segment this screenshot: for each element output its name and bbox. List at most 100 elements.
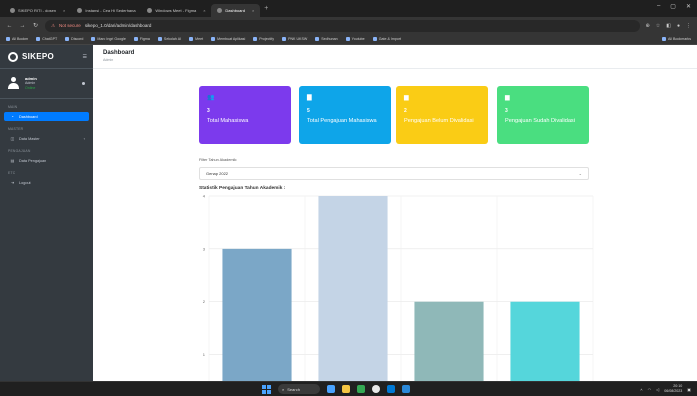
user-menu-icon[interactable] bbox=[82, 82, 85, 85]
star-icon[interactable]: ☆ bbox=[656, 23, 660, 29]
bookmark[interactable]: Membuat Aplikasi bbox=[211, 37, 245, 41]
app-icon[interactable] bbox=[402, 385, 410, 393]
url-input[interactable]: ⚠ Not secure sikepo_1.0/dari/admin/dashb… bbox=[45, 19, 640, 32]
chart-bar[interactable] bbox=[414, 301, 484, 381]
bookmark-icon bbox=[133, 37, 138, 41]
chevron-left-icon: ‹ bbox=[83, 136, 85, 141]
bookmark-icon bbox=[189, 37, 194, 41]
bookmark[interactable]: PNK UKSW bbox=[282, 37, 307, 41]
bookmark-icon bbox=[6, 37, 10, 41]
bookmark[interactable]: Sedhunan bbox=[315, 37, 338, 41]
bookmark[interactable]: Marc Ingri Google bbox=[91, 37, 126, 41]
bookmark[interactable]: Sekolah AI bbox=[157, 37, 181, 41]
chart-bar[interactable] bbox=[222, 248, 292, 381]
app-icon[interactable] bbox=[372, 385, 380, 393]
chart-title: Statistik Pengajuan Tahun Akademik : bbox=[199, 186, 286, 191]
brand[interactable]: SIKEPO ☰ bbox=[0, 45, 93, 69]
bookmark[interactable]: Gate & Import bbox=[372, 37, 401, 41]
minimize-icon[interactable]: – bbox=[657, 3, 660, 10]
bookmark-icon bbox=[36, 37, 41, 41]
not-secure-icon: ⚠ bbox=[51, 22, 56, 28]
bookmark-icon bbox=[211, 37, 216, 41]
browser-tab-active[interactable]: Dashboard × bbox=[211, 3, 261, 17]
file-icon: ▤ bbox=[10, 158, 15, 163]
browser-tab[interactable]: Windows Meet - Figma × bbox=[141, 4, 211, 17]
chart-bar[interactable] bbox=[318, 196, 388, 381]
nav-header: PENGAJUAN bbox=[8, 149, 31, 153]
stat-card-sudah-divalidasi: ▆ 3 Pengajuan Sudah Divalidasi bbox=[497, 86, 589, 144]
bookmark[interactable]: Discord bbox=[65, 37, 83, 41]
maximize-icon[interactable]: ▢ bbox=[670, 3, 676, 10]
clock[interactable]: 20:10 06/08/2023 bbox=[664, 384, 682, 394]
profile-icon[interactable]: ● bbox=[677, 23, 680, 29]
users-icon: 👥 bbox=[207, 95, 215, 101]
sidebar-item-data-pengajuan[interactable]: ▤ Data Pengajuan bbox=[4, 156, 89, 165]
y-tick-label: 2 bbox=[203, 299, 206, 304]
filter-label: Filter Tahun Akademik: bbox=[199, 158, 238, 162]
reload-icon[interactable]: ↻ bbox=[32, 22, 39, 29]
close-window-icon[interactable]: ✕ bbox=[686, 3, 691, 10]
close-icon[interactable]: × bbox=[252, 8, 254, 13]
sidebar-item-logout[interactable]: ⇥ Logout bbox=[4, 178, 89, 187]
vscode-icon[interactable] bbox=[387, 385, 395, 393]
close-icon[interactable]: × bbox=[203, 8, 205, 13]
bookmark-icon bbox=[372, 37, 377, 41]
logout-icon: ⇥ bbox=[10, 180, 15, 185]
bookmark[interactable]: ChatGPT bbox=[36, 37, 57, 41]
forward-icon[interactable]: → bbox=[19, 23, 26, 29]
bookmark-icon bbox=[157, 37, 162, 41]
avatar bbox=[8, 77, 19, 90]
back-icon[interactable]: ← bbox=[6, 23, 13, 29]
favicon-icon bbox=[217, 7, 223, 13]
bookmarks-bar: All Bookm ChatGPT Discord Marc Ingri Goo… bbox=[0, 34, 697, 45]
speedometer-icon: ◔ bbox=[11, 114, 14, 119]
taskbar: ⌕ Search ˄ ◠ ◁ 20:10 06/08/2023 ▣ bbox=[0, 381, 697, 396]
folder-icon bbox=[662, 37, 667, 41]
volume-icon[interactable]: ◁ bbox=[656, 387, 659, 392]
chart-bar[interactable] bbox=[510, 301, 580, 381]
browser-tab[interactable]: Instansi - Cea Hi Sederhana× bbox=[71, 4, 141, 17]
favicon-icon bbox=[147, 7, 153, 13]
bar-chart: 1 2 3 4 bbox=[203, 194, 594, 381]
browser-tab-bar: SIKEPO RITI - dosen × Instansi - Cea Hi S… bbox=[0, 0, 697, 17]
stat-card-pengajuan: ▇ 5 Total Pengajuan Mahasiswa bbox=[299, 86, 391, 144]
chrome-icon[interactable] bbox=[357, 385, 365, 393]
bookmark[interactable]: Figma bbox=[133, 37, 150, 41]
check-icon: ▆ bbox=[505, 95, 510, 101]
all-bookmarks[interactable]: All Bookmarks bbox=[662, 37, 691, 41]
sidebar-item-data-master[interactable]: ◫ Data Master ‹ bbox=[4, 134, 89, 143]
chevron-down-icon: ⌄ bbox=[578, 171, 582, 176]
task-view-icon[interactable] bbox=[327, 385, 335, 393]
logo-icon bbox=[8, 51, 18, 62]
stat-card-mahasiswa: 👥 3 Total Mahasiswa bbox=[199, 86, 291, 144]
notification-icon[interactable]: ▣ bbox=[687, 387, 691, 392]
wifi-icon[interactable]: ◠ bbox=[648, 387, 652, 392]
clipboard-icon: ▆ bbox=[404, 95, 409, 101]
tray-chevron-icon[interactable]: ˄ bbox=[640, 387, 642, 392]
close-icon[interactable]: × bbox=[63, 8, 65, 13]
bookmark[interactable]: Meet bbox=[189, 37, 203, 41]
sidebar-item-dashboard[interactable]: ◔ Dashboard bbox=[4, 112, 89, 121]
file-explorer-icon[interactable] bbox=[342, 385, 350, 393]
menu-icon[interactable]: ⋮ bbox=[686, 23, 691, 29]
address-bar: ← → ↻ ⚠ Not secure sikepo_1.0/dari/admin… bbox=[0, 17, 697, 34]
academic-year-select[interactable]: Genap 2022 ⌄ bbox=[199, 167, 589, 180]
bookmark[interactable]: All Bookm bbox=[6, 37, 28, 41]
browser-tab[interactable]: SIKEPO RITI - dosen × bbox=[4, 4, 71, 17]
taskbar-search[interactable]: ⌕ Search bbox=[278, 384, 320, 394]
new-tab-icon[interactable]: + bbox=[264, 5, 268, 12]
bookmark[interactable]: Projectify bbox=[253, 37, 274, 41]
windows-start-icon[interactable] bbox=[262, 384, 271, 394]
nav-header: ETC bbox=[8, 171, 16, 175]
bookmark-icon bbox=[282, 37, 287, 41]
extensions-icon[interactable]: ◧ bbox=[666, 23, 671, 29]
hamburger-icon[interactable]: ☰ bbox=[83, 54, 87, 60]
app-page: SIKEPO ☰ admin Admin Online MAIN ◔ Dashb… bbox=[0, 45, 697, 381]
content-header: Dashboard Admin bbox=[93, 45, 697, 69]
window-controls: – ▢ ✕ bbox=[657, 3, 691, 10]
zoom-icon[interactable]: ⊕ bbox=[646, 23, 650, 29]
nav-header: MASTER bbox=[8, 127, 24, 131]
bookmark[interactable]: Youtube bbox=[345, 37, 365, 41]
page-subtitle: Admin bbox=[103, 58, 114, 62]
y-tick-label: 3 bbox=[203, 246, 206, 251]
